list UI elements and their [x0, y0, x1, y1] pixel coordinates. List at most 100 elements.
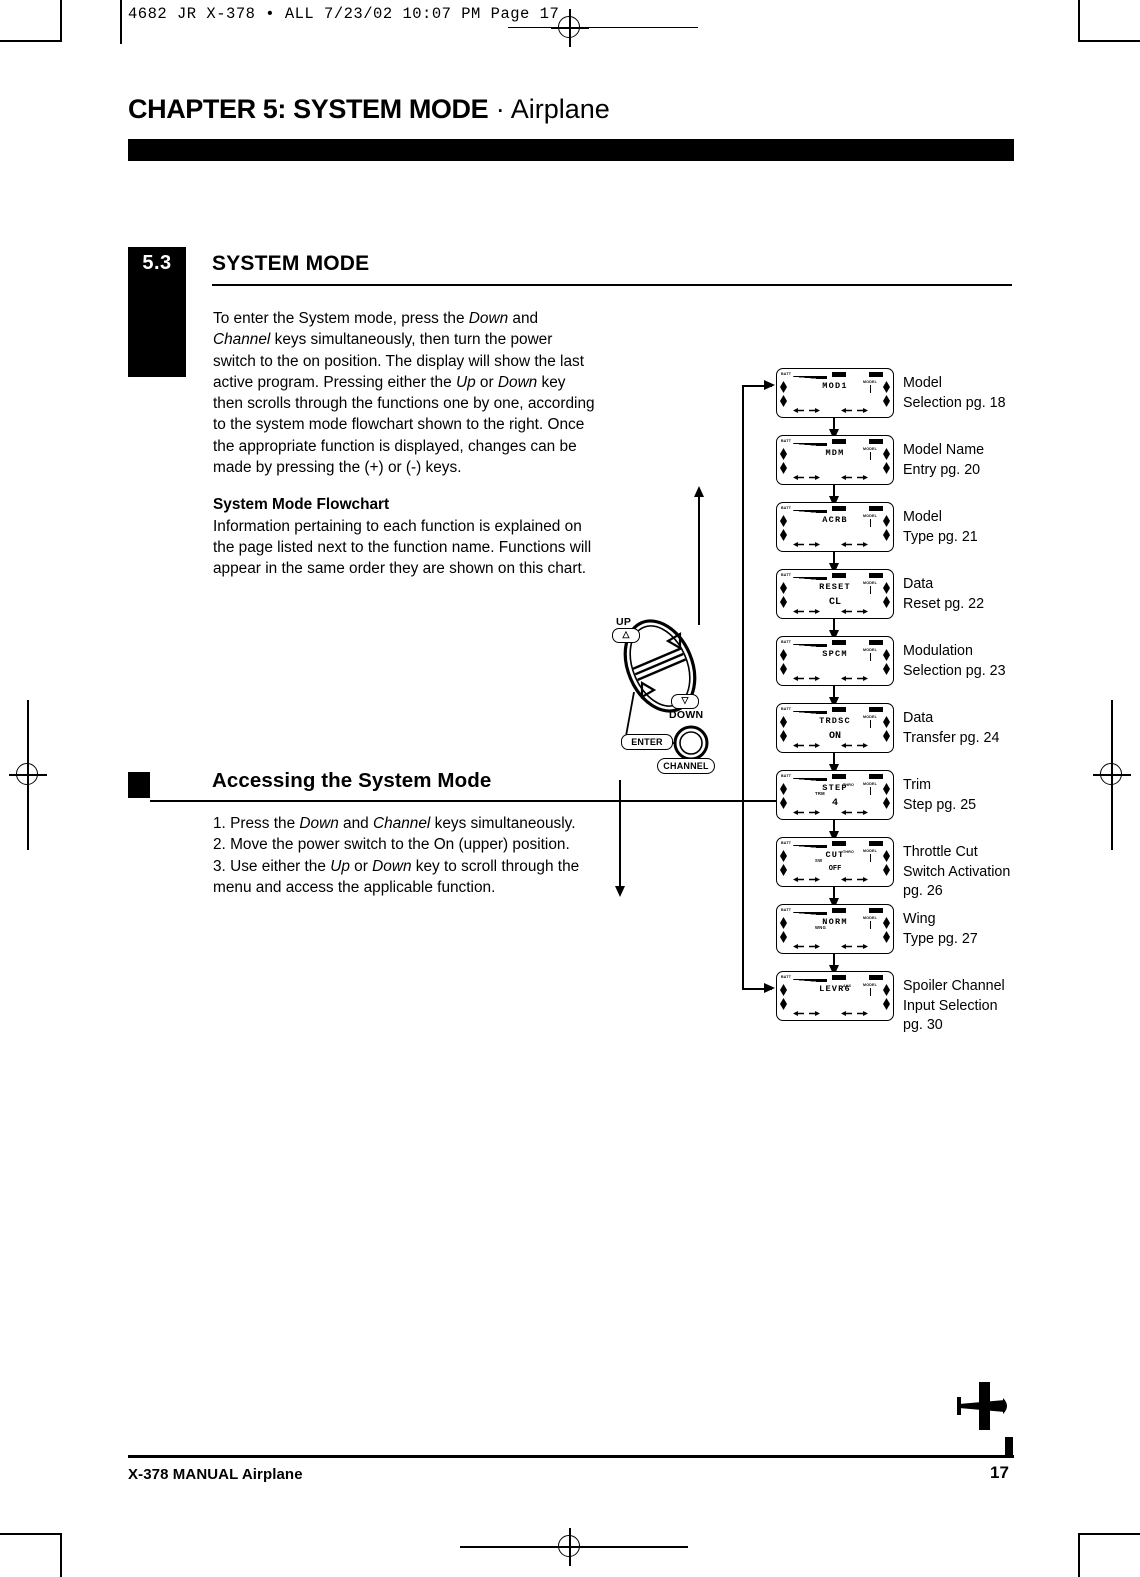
flow-label-line1: Spoiler Channel	[903, 978, 1005, 994]
battery-gauge-icon	[793, 643, 827, 647]
flow-label-line2: Input Selection	[903, 997, 998, 1014]
intro-em-channel: Channel	[213, 331, 271, 349]
lcd-trim-arrow-icon	[809, 877, 820, 882]
lcd-trim-arrow-icon	[841, 408, 852, 413]
intro-em-down2: Down	[497, 373, 538, 391]
lcd-tag-mid	[832, 640, 846, 645]
intro-paragraph: To enter the System mode, press the Down…	[213, 308, 599, 478]
lcd-tag-mid	[832, 439, 846, 444]
lcd-tag-right	[869, 573, 883, 578]
page-number: 17	[990, 1463, 1009, 1482]
lcd-model-bar	[869, 653, 872, 661]
flow-label-line1: Model	[903, 375, 942, 391]
lcd-screen: BATT NORM MODEL WNG	[776, 904, 894, 954]
footer-divider	[128, 1455, 1014, 1458]
battery-gauge-icon	[793, 978, 827, 982]
flow-label-line3: pg. 30	[903, 1017, 943, 1033]
lcd-trim-arrow-icon	[841, 542, 852, 547]
flow-step-label: Modulation Selection pg. 23	[903, 642, 1033, 681]
lcd-trim-arrow-icon	[841, 810, 852, 815]
lcd-trim-arrow-icon	[809, 944, 820, 949]
lcd-batt-label: BATT	[781, 640, 792, 644]
scroll-up-arrow-shaft	[698, 495, 701, 625]
flow-label-line2: Type pg. 27	[903, 930, 978, 947]
intro-text-d: or	[475, 373, 498, 391]
lcd-model-label: MODEL	[863, 447, 877, 451]
lcd-trim-arrow-icon	[793, 609, 804, 614]
lcd-tag-right	[869, 506, 883, 511]
lcd-trim-arrow-icon	[793, 944, 804, 949]
title-rule-bar	[128, 139, 1014, 161]
lcd-trim-arrow-icon	[809, 810, 820, 815]
lcd-trim-arrow-icon	[793, 475, 804, 480]
flow-step-label: Spoiler Channel Input Selection pg. 30	[903, 977, 1033, 1036]
lcd-model-label: MODEL	[863, 380, 877, 384]
lcd-screen: BATT STEP THRO MODEL TRM 4	[776, 770, 894, 820]
chapter-title-light: Airplane	[510, 94, 610, 124]
battery-gauge-icon	[793, 777, 827, 781]
registration-rule-top-right	[588, 27, 698, 29]
lcd-trim-indicator-icon	[883, 395, 890, 407]
step3-em-up: Up	[330, 857, 350, 875]
registration-mark-right	[1093, 756, 1131, 794]
battery-gauge-icon	[793, 576, 827, 580]
registration-rule-right-lower	[1111, 790, 1113, 850]
flow-label-line1: Trim	[903, 777, 932, 793]
flow-step-label: Throttle Cut Switch Activation pg. 26	[903, 843, 1033, 902]
lcd-trim-arrow-icon	[841, 676, 852, 681]
lcd-model-label: MODEL	[863, 782, 877, 786]
channel-button[interactable]: CHANNEL	[657, 758, 715, 774]
lcd-model-bar	[869, 921, 872, 929]
up-arrow-icon[interactable]: △	[612, 628, 640, 643]
flow-label-line2: Transfer pg. 24	[903, 729, 1000, 746]
lcd-model-bar	[869, 385, 872, 393]
lcd-tag-mid	[832, 707, 846, 712]
step1-em-down: Down	[299, 815, 339, 832]
lcd-batt-label: BATT	[781, 707, 792, 711]
lcd-trim-indicator-icon	[780, 529, 787, 541]
lcd-screen: BATT ACRB MODEL	[776, 502, 894, 552]
accessing-step-2: 2. Move the power switch to the On (uppe…	[213, 836, 570, 854]
enter-button[interactable]: ENTER	[621, 734, 673, 750]
registration-rule-bottom-right	[588, 1546, 688, 1548]
up-label: UP	[616, 616, 632, 628]
section-divider	[212, 284, 1012, 287]
lcd-channel-label: THRO	[843, 783, 854, 787]
lcd-trim-indicator-icon	[780, 663, 787, 675]
crop-mark-bottom-left	[0, 1533, 62, 1577]
flow-step-label: Wing Type pg. 27	[903, 910, 1033, 949]
lcd-tag-mid	[832, 774, 846, 779]
lcd-batt-label: BATT	[781, 908, 792, 912]
lcd-value: 4	[831, 798, 838, 809]
flow-step-label: Trim Step pg. 25	[903, 776, 1033, 815]
keypad-diagram: UP △ ▽ DOWN ENTER CHANNEL	[598, 608, 728, 788]
lcd-trim-arrow-icon	[841, 944, 852, 949]
lcd-model-label: MODEL	[863, 648, 877, 652]
battery-gauge-icon	[793, 710, 827, 714]
lcd-trim-arrow-icon	[793, 408, 804, 413]
lcd-tag-right	[869, 841, 883, 846]
lcd-trim-arrow-icon	[809, 609, 820, 614]
step1-text-b: and	[338, 815, 373, 832]
flow-label-line1: Data	[903, 576, 934, 592]
lcd-tag-right	[869, 908, 883, 913]
lcd-trim-arrow-icon	[857, 609, 868, 614]
lcd-model-label: MODEL	[863, 916, 877, 920]
slug-line: 4682 JR X-378 • ALL 7/23/02 10:07 PM Pag…	[128, 5, 560, 23]
down-arrow-icon[interactable]: ▽	[671, 694, 699, 709]
lcd-trim-arrow-icon	[793, 1011, 804, 1016]
lcd-value: ON	[828, 731, 841, 742]
loop-arrow-head-bottom	[764, 982, 775, 993]
lcd-sub-text: SW	[815, 858, 823, 863]
battery-gauge-icon	[793, 844, 827, 848]
intro-text-b: and	[508, 310, 539, 327]
battery-gauge-icon	[793, 375, 827, 379]
lcd-trim-arrow-icon	[793, 877, 804, 882]
lcd-trim-arrow-icon	[857, 810, 868, 815]
lcd-tag-mid	[832, 573, 846, 578]
lcd-trim-indicator-icon	[883, 998, 890, 1010]
flow-label-line2: Selection pg. 18	[903, 394, 1006, 411]
lcd-trim-arrow-icon	[857, 475, 868, 480]
flow-label-line1: Model	[903, 509, 942, 525]
lcd-trim-arrow-icon	[841, 609, 852, 614]
